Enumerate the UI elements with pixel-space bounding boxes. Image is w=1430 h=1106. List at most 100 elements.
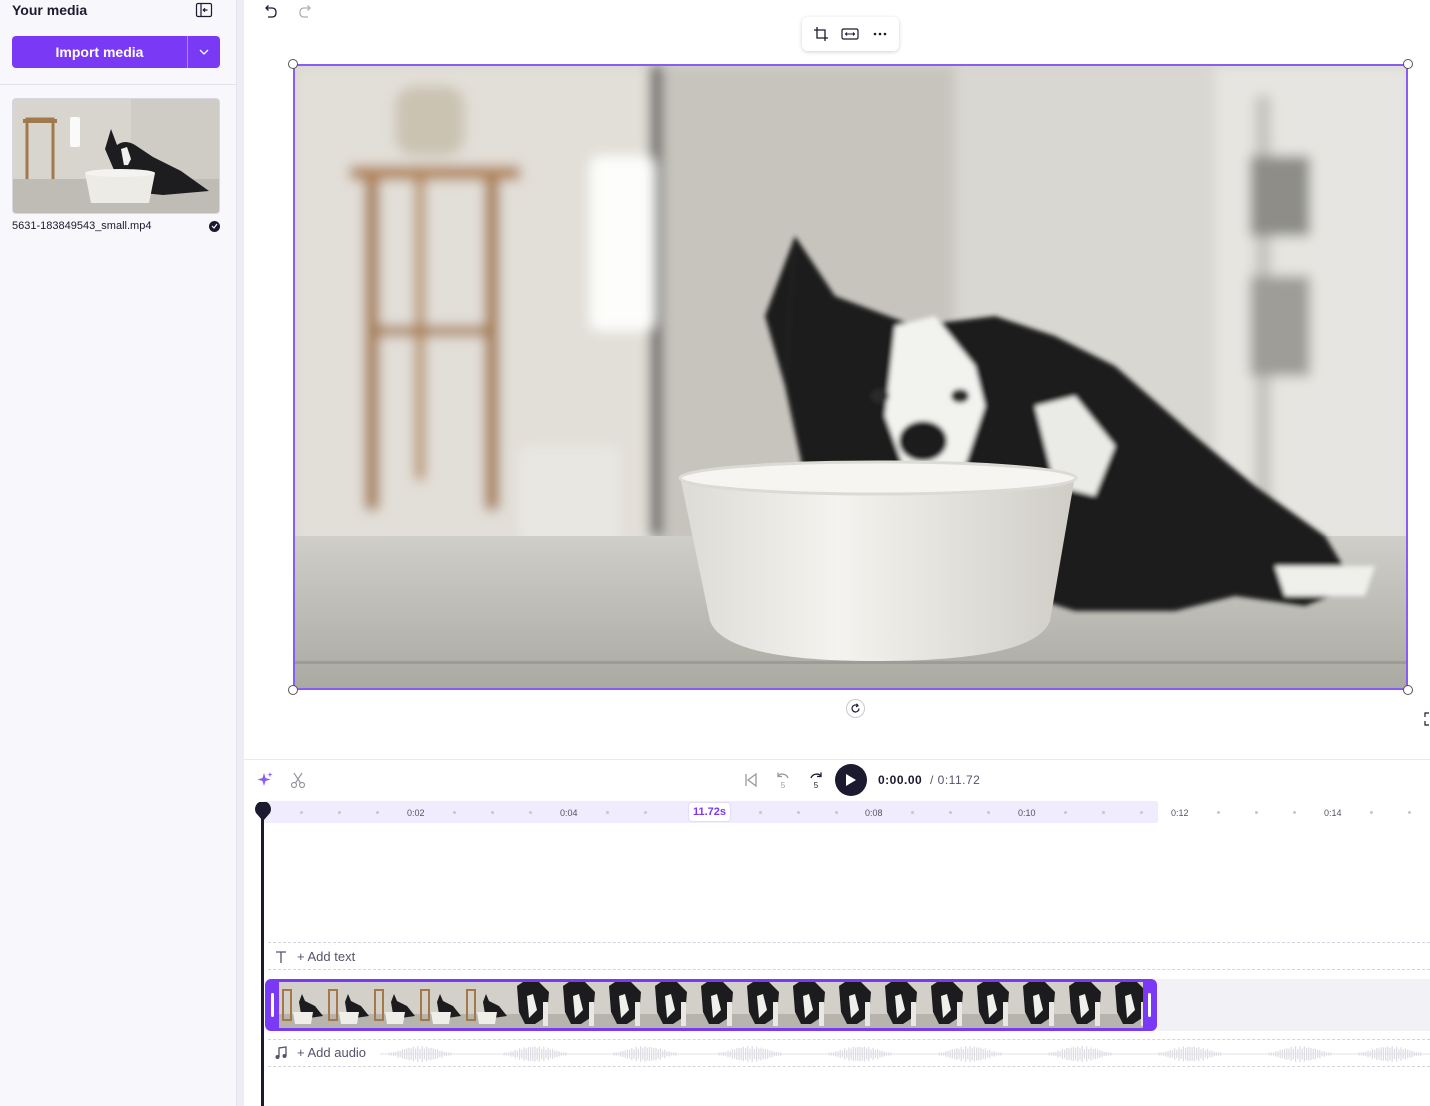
ruler-tick: 0:14 — [1324, 808, 1342, 818]
sidebar-resize-handle[interactable] — [237, 0, 244, 1106]
collapse-sidebar-icon[interactable] — [195, 2, 213, 18]
audio-waveform-placeholder — [380, 1046, 1430, 1062]
play-button[interactable] — [835, 764, 867, 796]
ruler-dot — [1255, 811, 1258, 814]
clip-frame — [1015, 982, 1061, 1028]
forward-seconds-label: 5 — [814, 781, 819, 790]
resize-handle-top-right[interactable] — [1403, 59, 1413, 69]
redo-icon[interactable] — [297, 3, 315, 21]
ruler-dot — [987, 811, 990, 814]
ruler-dot — [338, 811, 341, 814]
total-time: / 0:11.72 — [930, 773, 981, 787]
clip-frame — [969, 982, 1015, 1028]
clip-frame — [1107, 982, 1143, 1028]
ruler-dot — [949, 811, 952, 814]
resize-handle-bottom-left[interactable] — [288, 685, 298, 695]
clip-frame — [1061, 982, 1107, 1028]
ruler-dot — [1293, 811, 1296, 814]
ruler-dot — [835, 811, 838, 814]
clip-frame — [647, 982, 693, 1028]
video-preview[interactable] — [293, 64, 1408, 690]
clip-frame — [279, 982, 325, 1028]
split-scissors-icon[interactable] — [289, 771, 307, 789]
ruler-dot — [376, 811, 379, 814]
current-time: 0:00.00 — [878, 773, 923, 787]
ruler-tick: 0:10 — [1018, 808, 1036, 818]
clip-frame — [509, 982, 555, 1028]
timeline-divider — [244, 759, 1430, 760]
import-media-button[interactable]: Import media — [12, 36, 188, 68]
ruler-dot — [1370, 811, 1373, 814]
ruler-dot — [759, 811, 762, 814]
media-thumbnail[interactable] — [12, 98, 220, 214]
clip-frame — [693, 982, 739, 1028]
add-text-label[interactable]: + Add text — [297, 949, 355, 964]
clip-frame — [739, 982, 785, 1028]
track-divider — [268, 942, 1430, 943]
fit-icon[interactable] — [840, 24, 860, 44]
playhead-line[interactable] — [261, 812, 264, 1106]
sidebar-title: Your media — [12, 2, 88, 18]
skip-to-start-icon[interactable] — [741, 770, 761, 790]
video-clip[interactable] — [265, 979, 1157, 1031]
ruler-dot — [797, 811, 800, 814]
ruler-dot — [1140, 811, 1143, 814]
ruler-dot — [1408, 811, 1411, 814]
undo-icon[interactable] — [261, 3, 279, 21]
rewind-seconds-label: 5 — [781, 781, 786, 790]
ruler-dot — [300, 811, 303, 814]
add-text-track[interactable]: + Add text — [275, 949, 355, 964]
clip-frame — [417, 982, 463, 1028]
forward-5-icon[interactable]: 5 — [806, 770, 826, 790]
clip-duration-badge: 11.72s — [688, 802, 731, 822]
fullscreen-icon[interactable] — [1422, 712, 1430, 726]
ruler-dot — [529, 811, 532, 814]
ruler-tick: 0:08 — [865, 808, 883, 818]
playhead-handle[interactable] — [254, 801, 272, 822]
media-filename-row: 5631-183849543_small.mp4 — [12, 220, 220, 232]
ruler-dot — [606, 811, 609, 814]
rotate-icon[interactable] — [846, 699, 865, 718]
ruler-dot — [1064, 811, 1067, 814]
preview-floating-toolbar — [802, 17, 899, 51]
track-divider — [268, 969, 1430, 970]
ruler-dot — [491, 811, 494, 814]
add-audio-label[interactable]: + Add audio — [297, 1045, 366, 1060]
ruler-dot — [911, 811, 914, 814]
play-icon — [846, 774, 856, 786]
divider — [0, 84, 237, 85]
ruler-dot — [644, 811, 647, 814]
ruler-dot — [1217, 811, 1220, 814]
track-divider — [268, 1039, 1430, 1040]
clip-frame — [831, 982, 877, 1028]
clip-trim-handle-left[interactable] — [271, 993, 274, 1017]
clip-frame — [371, 982, 417, 1028]
resize-handle-bottom-right[interactable] — [1403, 685, 1413, 695]
ruler-dot — [1102, 811, 1105, 814]
ruler-tick: 0:02 — [407, 808, 425, 818]
media-item[interactable]: 5631-183849543_small.mp4 — [12, 98, 220, 232]
clip-frame — [601, 982, 647, 1028]
rewind-5-icon[interactable]: 5 — [773, 770, 793, 790]
preview-frame-image — [295, 66, 1406, 688]
import-media-group: Import media — [12, 36, 220, 68]
add-audio-track[interactable]: + Add audio — [275, 1045, 366, 1060]
crop-icon[interactable] — [811, 24, 831, 44]
ruler-dot — [453, 811, 456, 814]
import-options-button[interactable] — [188, 36, 220, 68]
resize-handle-top-left[interactable] — [288, 59, 298, 69]
media-sidebar: Your media Import media 5631-183849543_s… — [0, 0, 237, 1106]
ruler-tick: 0:12 — [1171, 808, 1189, 818]
ai-sparkle-icon[interactable] — [256, 771, 274, 789]
clip-trim-handle-right[interactable] — [1148, 993, 1151, 1017]
clip-frame — [463, 982, 509, 1028]
clip-frame — [923, 982, 969, 1028]
video-editor: Your media Import media 5631-183849543_s… — [0, 0, 1430, 1106]
text-icon — [276, 950, 286, 963]
more-icon[interactable] — [870, 24, 890, 44]
clip-frame — [325, 982, 371, 1028]
clip-filmstrip — [279, 982, 1143, 1028]
track-divider — [268, 1066, 1430, 1067]
clip-frame — [877, 982, 923, 1028]
chevron-down-icon — [199, 49, 209, 55]
